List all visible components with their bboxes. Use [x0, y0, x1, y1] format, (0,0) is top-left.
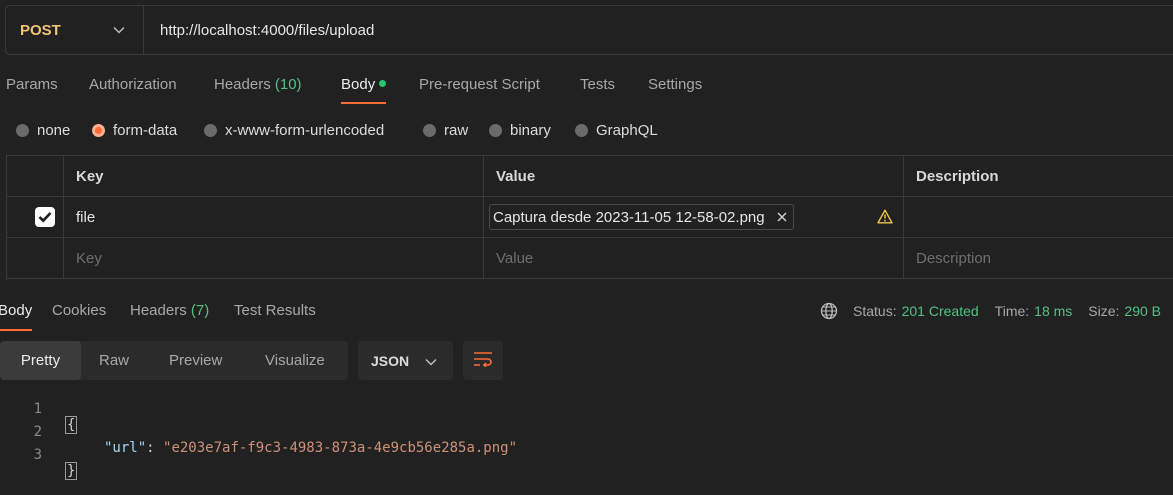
format-select[interactable]: JSON [358, 341, 453, 380]
row-enabled-checkbox[interactable] [35, 207, 55, 227]
tab-body-label: Body [341, 76, 376, 93]
time-label: Time: [994, 303, 1030, 319]
header-description: Description [916, 167, 999, 185]
close-icon[interactable] [777, 209, 787, 225]
placeholder-description[interactable]: Description [904, 238, 1173, 278]
tab-headers-label: Headers [214, 76, 271, 93]
tab-body[interactable]: Body [341, 76, 387, 104]
tab-headers-count: (10) [274, 76, 302, 93]
radio-urlencoded-label: x-www-form-urlencoded [225, 122, 385, 139]
tab-params[interactable]: Params [6, 76, 58, 94]
radio-none-label: none [37, 122, 71, 139]
json-colon: : [146, 440, 164, 456]
radio-urlencoded[interactable]: x-www-form-urlencoded [204, 122, 384, 139]
resp-tab-test-results[interactable]: Test Results [234, 302, 316, 319]
chevron-down-icon [425, 353, 437, 369]
row-key[interactable]: file [64, 197, 484, 237]
wrap-lines-button[interactable] [463, 341, 503, 380]
resp-tab-headers[interactable]: Headers (7) [130, 302, 209, 319]
tab-settings[interactable]: Settings [648, 76, 702, 94]
radio-form-data-label: form-data [113, 122, 178, 139]
tab-prerequest-script[interactable]: Pre-request Script [419, 76, 540, 94]
code-line: 2 "url": "e203e7af-f9c3-4983-873a-4e9cb5… [0, 408, 517, 456]
view-pretty[interactable]: Pretty [0, 341, 81, 380]
json-value: "e203e7af-f9c3-4983-873a-4e9cb56e285a.pn… [163, 440, 518, 456]
warning-icon[interactable] [877, 209, 893, 228]
method-label: POST [20, 21, 61, 39]
code-line: 3 } [0, 431, 78, 480]
size-value[interactable]: 290 B [1124, 303, 1161, 319]
response-status: Status: 201 Created Time: 18 ms Size: 29… [820, 302, 1161, 320]
size-label: Size: [1088, 303, 1120, 319]
row-description[interactable] [904, 197, 1173, 237]
tab-headers[interactable]: Headers (10) [214, 76, 302, 94]
radio-dot [423, 124, 436, 137]
radio-none[interactable]: none [16, 122, 70, 139]
row-value-cell[interactable]: Captura desde 2023-11-05 12-58-02.png [484, 197, 904, 237]
json-key: "url" [104, 440, 147, 456]
placeholder-check-cell [7, 238, 64, 278]
file-chip: Captura desde 2023-11-05 12-58-02.png [489, 204, 794, 230]
chevron-down-icon [113, 23, 125, 37]
tab-authorization[interactable]: Authorization [89, 76, 177, 94]
radio-graphql[interactable]: GraphQL [575, 122, 658, 139]
table-row: file Captura desde 2023-11-05 12-58-02.p… [7, 197, 1173, 238]
radio-dot [16, 124, 29, 137]
row-check-cell [7, 197, 64, 237]
header-key: Key [64, 156, 484, 196]
format-label: JSON [371, 352, 410, 369]
close-brace: } [64, 462, 78, 480]
form-data-table: Key Value Description file Captura desde… [6, 155, 1173, 280]
resp-tab-headers-label: Headers [130, 302, 187, 319]
header-value: Value [484, 156, 904, 196]
tab-tests[interactable]: Tests [580, 76, 615, 94]
file-name: Captura desde 2023-11-05 12-58-02.png [493, 208, 765, 226]
open-brace: { [64, 416, 78, 434]
radio-raw[interactable]: raw [423, 122, 468, 139]
request-url-bar: POST http://localhost:4000/files/upload [5, 5, 1173, 55]
table-placeholder-row: Key Value Description [7, 238, 1173, 279]
radio-dot-selected [92, 124, 105, 137]
view-visualize[interactable]: Visualize [265, 341, 325, 380]
radio-dot [489, 124, 502, 137]
radio-dot [575, 124, 588, 137]
radio-form-data[interactable]: form-data [92, 122, 177, 139]
code-line: 1 { [0, 385, 78, 434]
view-preview[interactable]: Preview [169, 341, 222, 380]
globe-icon[interactable] [820, 302, 838, 320]
response-view-mode: Pretty Raw Preview Visualize [0, 341, 348, 380]
status-value[interactable]: 201 Created [902, 303, 979, 319]
response-tabs: Body Cookies Headers (7) Test Results St… [0, 302, 1173, 332]
header-check-cell [7, 156, 64, 196]
check-icon [38, 212, 52, 223]
line-number: 3 [33, 447, 42, 463]
resp-tab-cookies[interactable]: Cookies [52, 302, 106, 319]
view-raw[interactable]: Raw [99, 341, 129, 380]
radio-dot [204, 124, 217, 137]
url-input[interactable]: http://localhost:4000/files/upload [144, 22, 374, 39]
radio-raw-label: raw [444, 122, 469, 139]
body-indicator-dot [379, 80, 387, 87]
wrap-lines-icon [473, 351, 493, 371]
placeholder-key[interactable]: Key [64, 238, 484, 278]
placeholder-value[interactable]: Value [484, 238, 904, 278]
status-label: Status: [853, 303, 897, 319]
method-selector[interactable]: POST [6, 6, 144, 54]
radio-binary-label: binary [510, 122, 551, 139]
table-header-row: Key Value Description [7, 156, 1173, 197]
radio-graphql-label: GraphQL [596, 122, 658, 139]
radio-binary[interactable]: binary [489, 122, 551, 139]
time-value[interactable]: 18 ms [1034, 303, 1072, 319]
resp-tab-headers-count: (7) [190, 302, 210, 319]
json-entry: "url": "e203e7af-f9c3-4983-873a-4e9cb56e… [104, 440, 517, 456]
resp-tab-body[interactable]: Body [0, 302, 33, 331]
